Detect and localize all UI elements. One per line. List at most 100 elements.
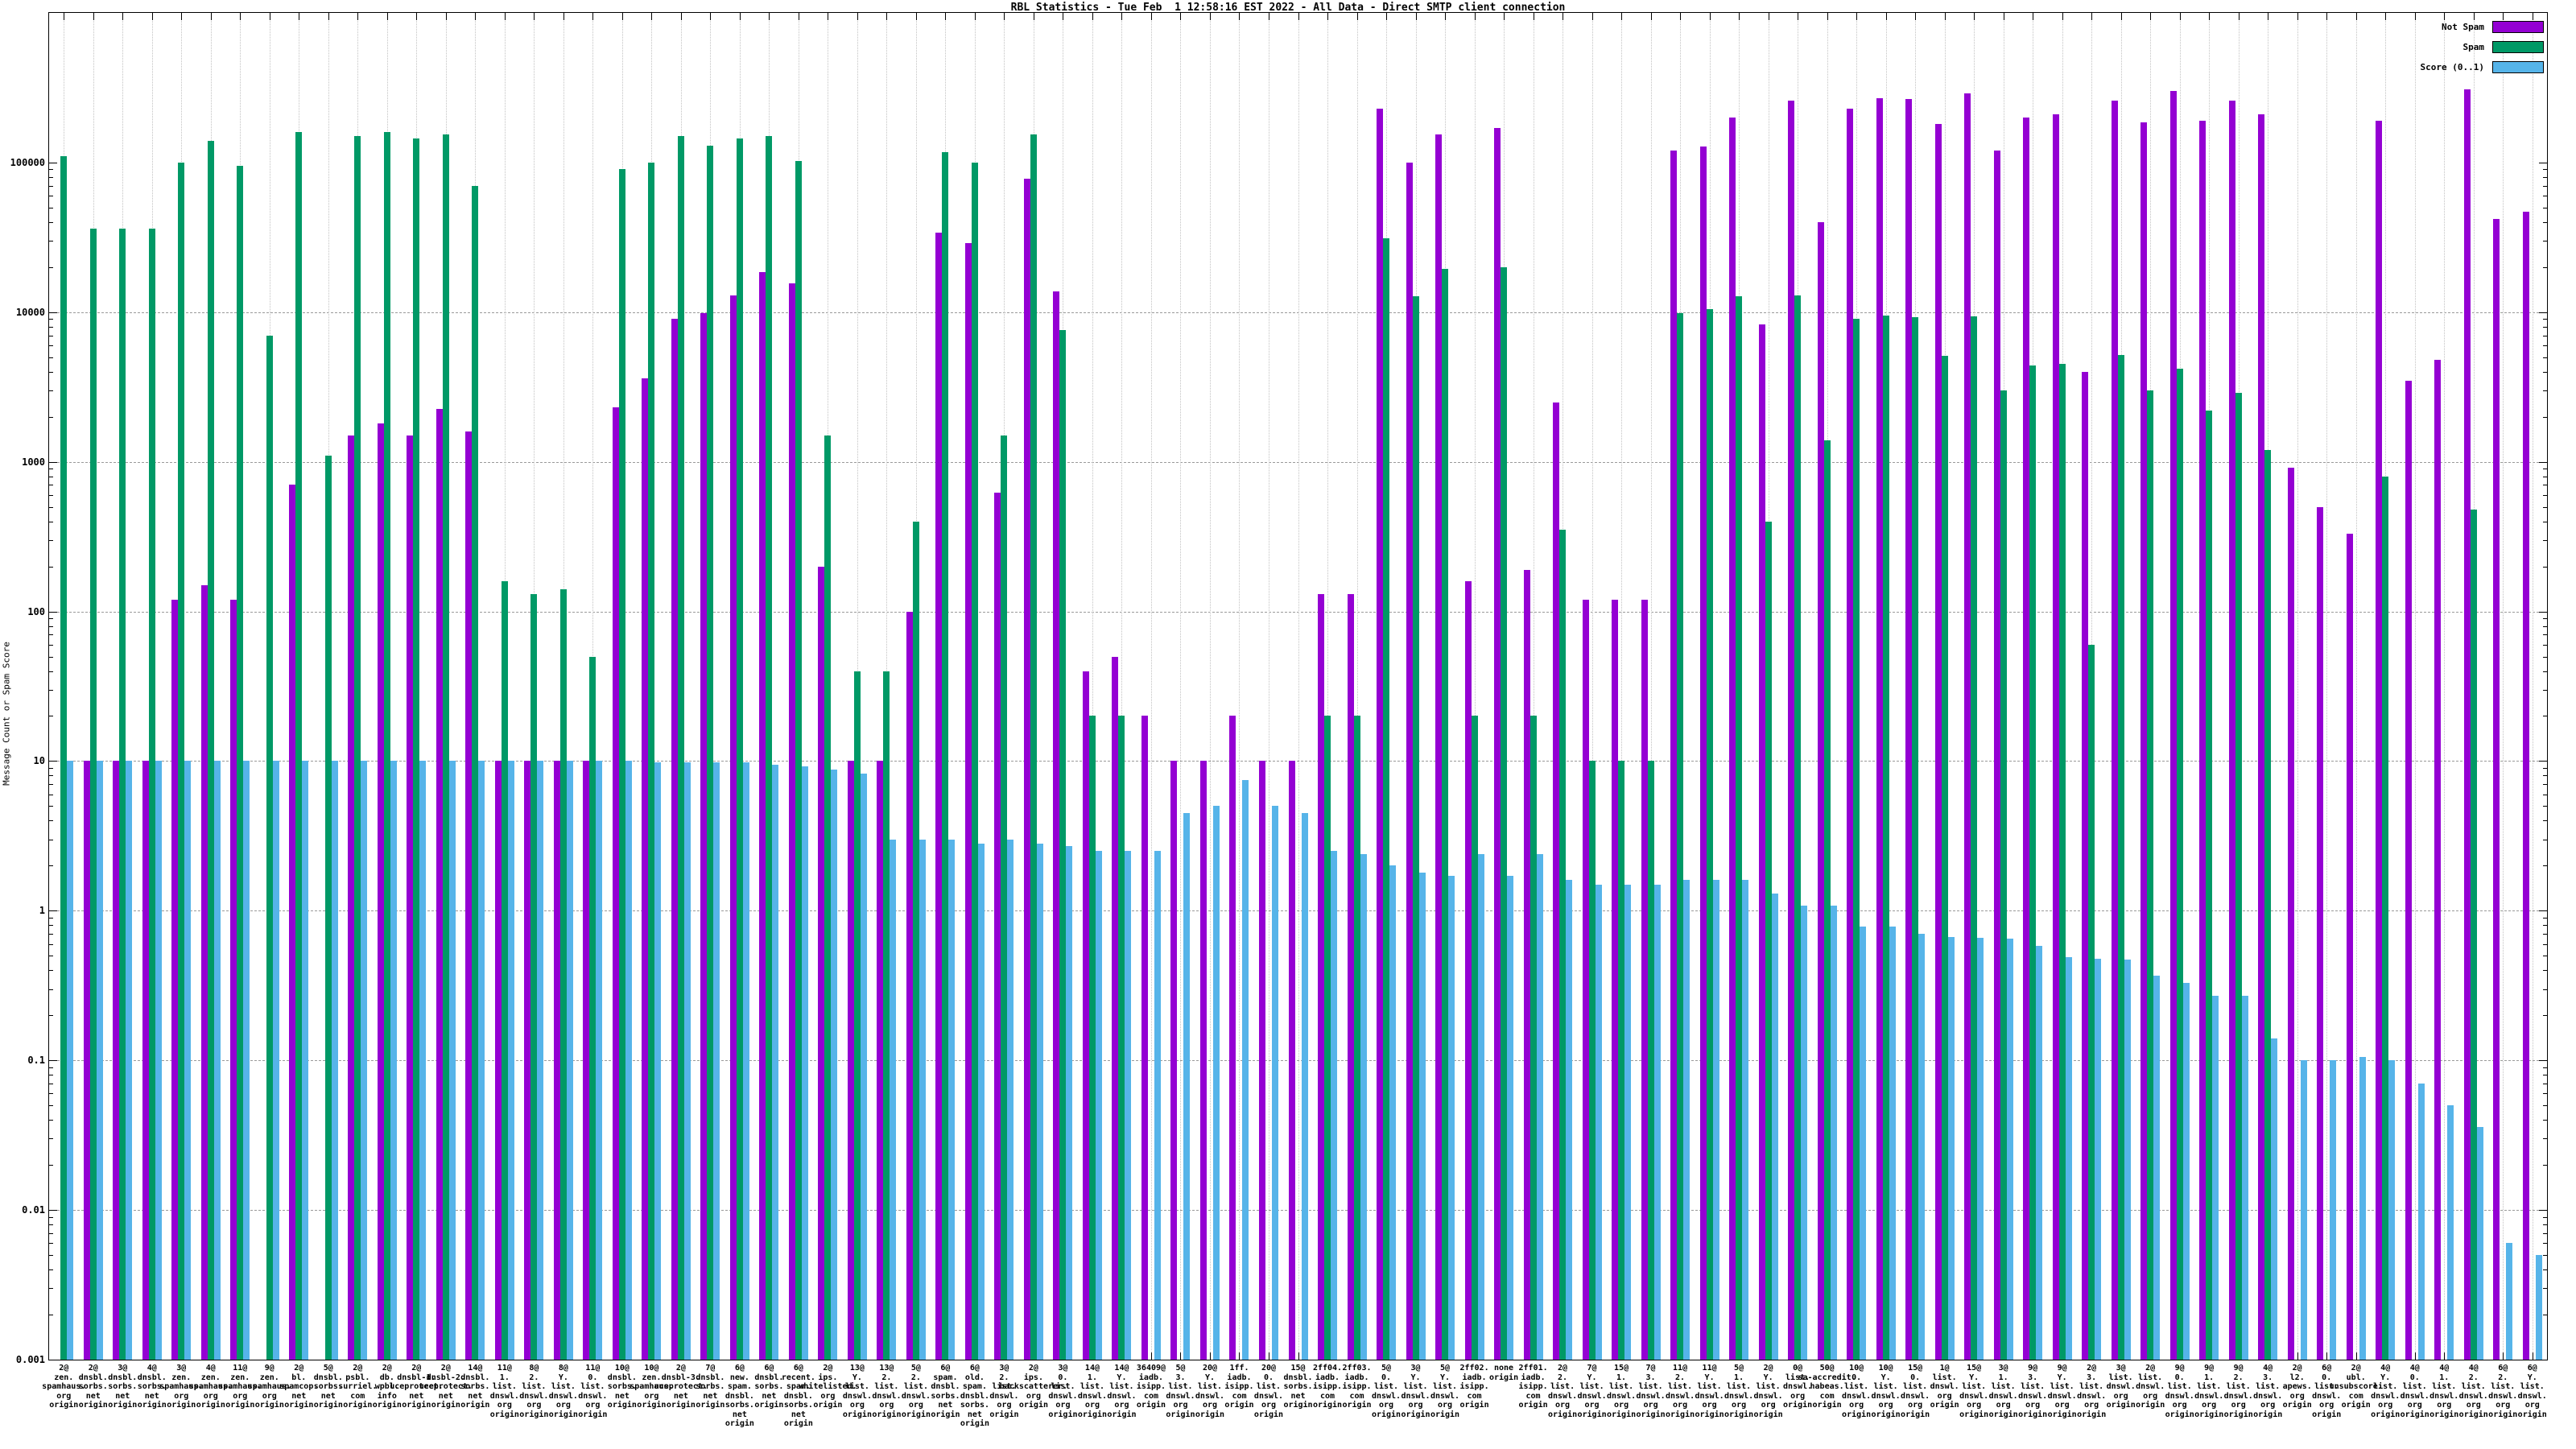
bar-not-spam [583,761,589,1360]
bar-score [978,844,985,1360]
y-minor-tick [2543,690,2547,691]
x-top-tick [710,13,711,20]
y-major-tick [49,1060,57,1061]
bar-score [948,840,955,1360]
bar-spam [149,229,155,1360]
bar-score [2153,976,2160,1360]
bar-score [1948,937,1955,1360]
bar-spam [1383,238,1389,1360]
bar-score [1624,885,1631,1360]
chart-legend: Not SpamSpamScore (0..1) [2421,19,2544,80]
y-minor-tick [2543,540,2547,541]
bar-spam [2382,477,2388,1360]
bar-score [2124,960,2131,1360]
bar-score [2301,1060,2307,1360]
legend-label: Score (0..1) [2421,62,2484,72]
bar-spam [208,141,214,1360]
bar-not-spam [2112,101,2118,1360]
x-top-tick [1915,13,1916,20]
y-minor-tick [2543,169,2547,170]
y-minor-tick [49,222,53,223]
x-bottom-tick [2326,1352,2327,1360]
x-bottom-tick [2503,1352,2504,1360]
y-minor-tick [49,241,53,242]
bar-score [1537,854,1543,1360]
y-minor-tick [2543,634,2547,635]
x-top-tick [886,13,887,20]
x-top-tick [651,13,652,20]
bar-not-spam [1788,101,1794,1360]
bar-spam [502,581,508,1360]
bar-score [1331,851,1337,1360]
bar-not-spam [348,436,354,1360]
x-top-tick [328,13,329,20]
x-top-tick [592,13,593,20]
bar-not-spam [1318,594,1324,1360]
x-bottom-tick [1239,1352,1240,1360]
bar-score [67,761,73,1360]
bar-spam [795,161,802,1360]
bar-score [97,761,103,1360]
bar-spam [1942,356,1948,1360]
x-top-tick [2326,13,2327,20]
bar-not-spam [2258,114,2264,1360]
x-top-tick [1651,13,1652,20]
y-minor-tick [2543,918,2547,919]
x-top-tick [181,13,182,20]
bar-score [1272,806,1278,1360]
bar-not-spam [230,600,237,1360]
x-bottom-tick [2297,1352,2298,1360]
bar-score [1507,876,1513,1360]
y-minor-tick [2543,372,2547,373]
bar-not-spam [2229,101,2235,1360]
bar-score [684,762,691,1360]
bar-spam [1059,330,1066,1360]
bar-score [1125,851,1131,1360]
y-minor-tick [2543,925,2547,926]
x-top-tick [916,13,917,20]
bar-score [1096,851,1102,1360]
bar-score [596,761,602,1360]
x-top-tick [1710,13,1711,20]
bar-spam [119,229,126,1360]
y-major-tick [2539,612,2547,613]
x-top-tick [1445,13,1446,20]
bar-score [1478,854,1484,1360]
x-top-tick [1327,13,1328,20]
x-top-tick [475,13,476,20]
y-minor-tick [2543,865,2547,866]
bar-spam [560,589,567,1360]
y-minor-tick [49,1233,53,1234]
x-top-tick [1092,13,1093,20]
x-top-tick [2239,13,2240,20]
bar-spam [2235,393,2242,1360]
y-minor-tick [49,267,53,268]
x-top-tick [122,13,123,20]
y-minor-tick [2543,327,2547,328]
bar-not-spam [495,761,502,1360]
bar-not-spam [1818,222,1824,1360]
bar-not-spam [759,272,766,1360]
y-minor-tick [2543,1015,2547,1016]
y-minor-tick [49,934,53,935]
bar-spam [1530,716,1537,1360]
x-top-tick [1827,13,1828,20]
y-axis-tick-label: 1000 [0,457,45,467]
y-major-tick [49,1210,57,1211]
bar-score [743,762,749,1360]
x-top-tick [1298,13,1299,20]
bar-score [625,761,632,1360]
x-gridline [2297,13,2298,1360]
bar-not-spam [1847,109,1853,1360]
y-minor-tick [2543,1269,2547,1270]
bar-not-spam [113,761,119,1360]
bar-not-spam [730,295,737,1360]
bar-score [2183,983,2190,1360]
bar-spam [766,136,772,1360]
bar-not-spam [1083,671,1089,1360]
x-top-tick [2385,13,2386,20]
y-minor-tick [2543,567,2547,568]
bar-score [302,761,308,1360]
bar-score [1419,873,1426,1360]
bar-spam [707,146,713,1360]
